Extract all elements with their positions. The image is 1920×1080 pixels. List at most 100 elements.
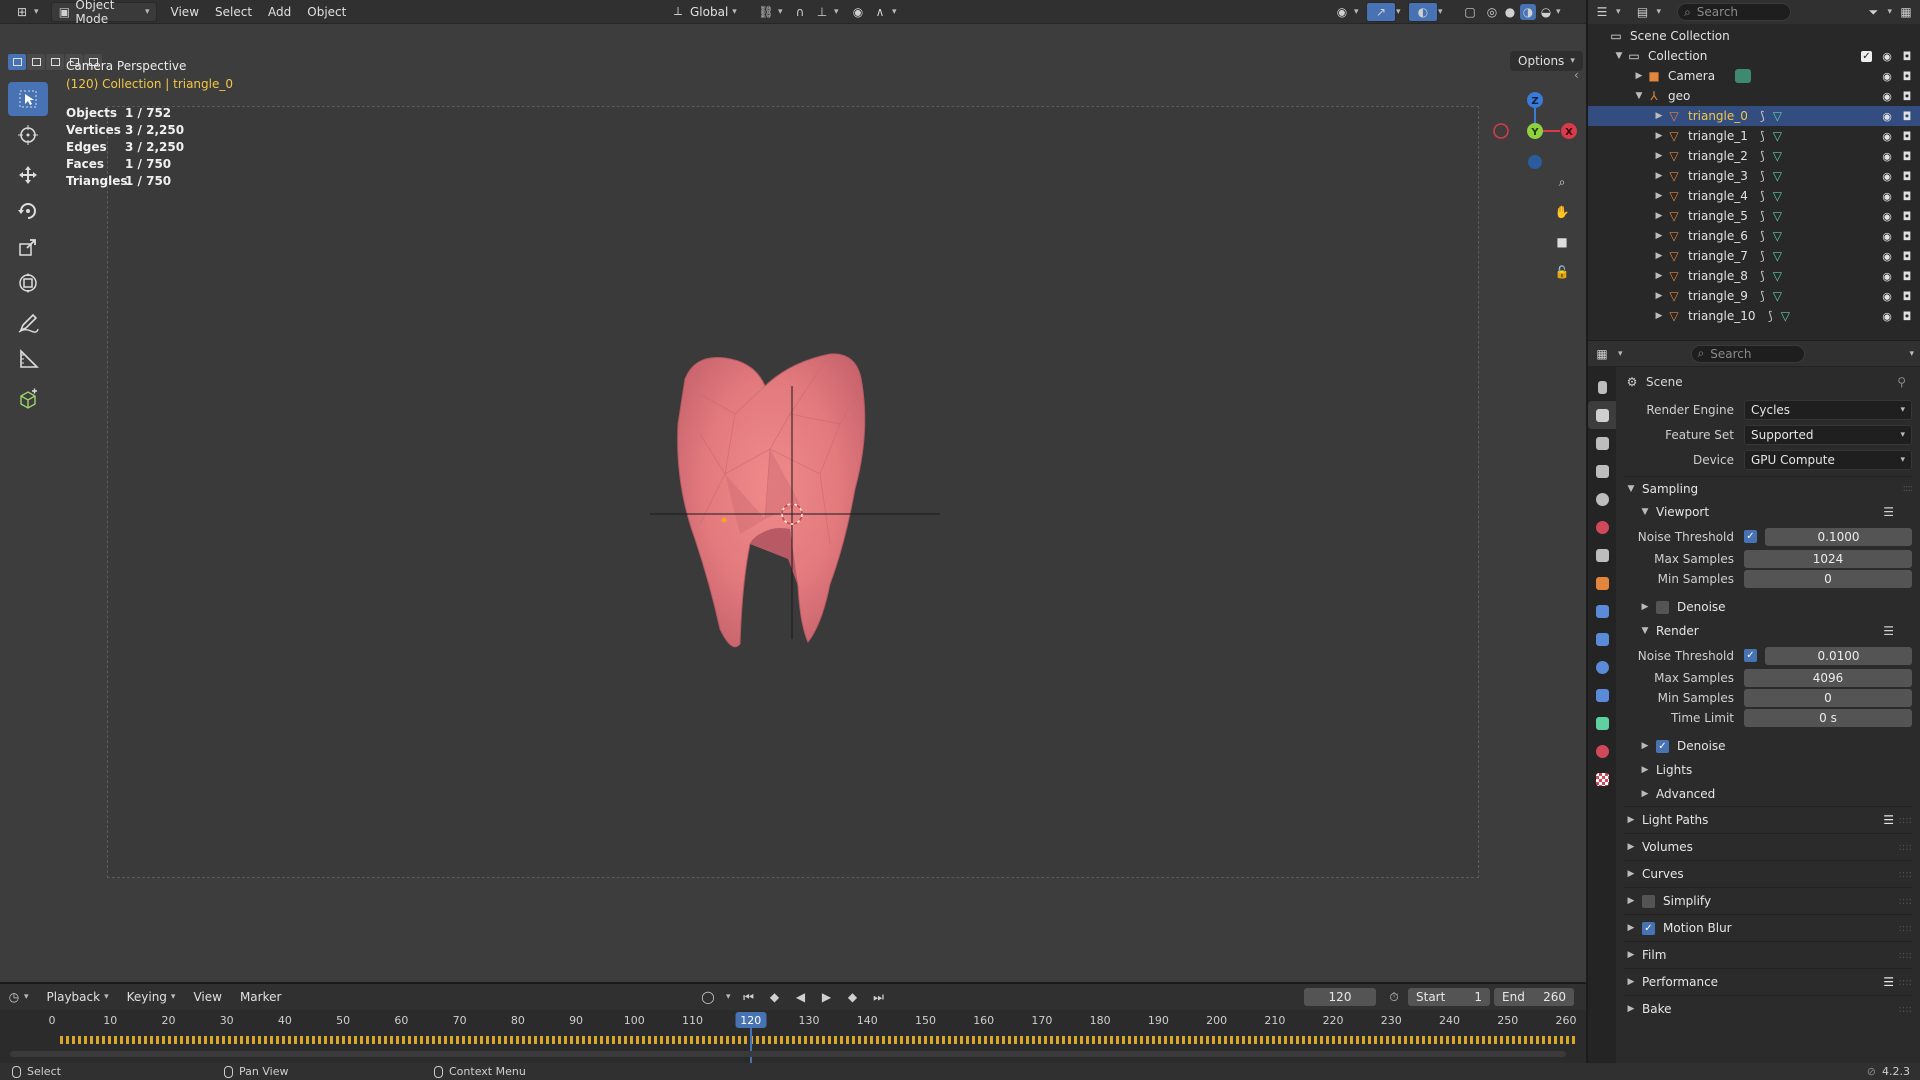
pin-icon[interactable]: ⚲ — [1897, 375, 1906, 389]
modifier-icon[interactable]: ⟆ — [1760, 129, 1765, 143]
chevron-down-icon[interactable]: ▾ — [1556, 7, 1561, 17]
options-button[interactable]: Options ▾ — [1510, 51, 1583, 71]
camera-view-icon[interactable]: ■ — [1550, 230, 1574, 254]
eye-icon[interactable]: ◉ — [1880, 209, 1894, 223]
expand-arrow-icon[interactable]: ▶ — [1652, 311, 1666, 321]
outliner-item[interactable]: ▶ ▽ triangle_3 ⟆ ▽ ◉ ◘ — [1588, 166, 1920, 186]
hand-pan-icon[interactable]: ✋ — [1550, 200, 1574, 224]
editor-type-button[interactable]: ⊞ ▾ — [8, 2, 45, 22]
modifier-icon[interactable]: ⟆ — [1760, 109, 1765, 123]
render-subpanel-header[interactable]: ▼ Render ☰ — [1624, 619, 1912, 643]
expand-arrow-icon[interactable]: ▶ — [1652, 251, 1666, 261]
bake-panel[interactable]: ▶ Bake :::: — [1624, 995, 1912, 1022]
modifier-icon[interactable]: ⟆ — [1760, 249, 1765, 263]
render-camera-icon[interactable]: ◘ — [1900, 189, 1914, 203]
outliner-item[interactable]: ▶ ▽ triangle_10 ⟆ ▽ ◉ ◘ — [1588, 306, 1920, 326]
frame-ruler[interactable]: 0 10 20 30 40 50 60 70 80 90 100 110 130 140 150 160 170… — [0, 1010, 1586, 1030]
outliner-search-input[interactable]: ⌕ Search — [1677, 3, 1792, 21]
outliner-scene-collection[interactable]: ▭ Scene Collection — [1588, 26, 1920, 46]
timeline-editor-icon[interactable]: ◷ — [6, 989, 22, 1005]
start-frame-field[interactable]: Start 1 — [1408, 988, 1490, 1006]
rotate-tool[interactable] — [8, 194, 48, 228]
chevron-down-icon[interactable]: ▾ — [1657, 7, 1662, 17]
mesh-data-icon[interactable]: ▽ — [1773, 289, 1782, 303]
volumes-panel[interactable]: ▶ Volumes :::: — [1624, 833, 1912, 860]
gizmo-neg-z[interactable] — [1528, 155, 1542, 169]
expand-arrow-icon[interactable]: ▶ — [1652, 171, 1666, 181]
jump-start-icon[interactable]: ⏮ — [741, 989, 757, 1005]
solid-shading-icon[interactable]: ● — [1502, 4, 1518, 20]
drag-grip-icon[interactable]: :::: — [1899, 815, 1912, 826]
mesh-data-icon[interactable]: ▽ — [1773, 229, 1782, 243]
outliner-item[interactable]: ▶ ▽ triangle_7 ⟆ ▽ ◉ ◘ — [1588, 246, 1920, 266]
simplify-panel[interactable]: ▶ Simplify :::: — [1624, 887, 1912, 914]
render-engine-dropdown[interactable]: Cycles ▾ — [1744, 399, 1912, 420]
outliner-collection[interactable]: ▼ ▭ Collection ✓ ◉ ◘ — [1588, 46, 1920, 66]
overlays-dropdown[interactable]: ▾ — [1432, 2, 1449, 22]
mesh-data-icon[interactable]: ▽ — [1773, 189, 1782, 203]
material-shading-icon[interactable]: ◑ — [1520, 3, 1536, 20]
presets-list-icon[interactable]: ☰ — [1883, 505, 1894, 519]
mesh-data-icon[interactable]: ▽ — [1773, 129, 1782, 143]
gizmo-dropdown[interactable]: ▾ — [1390, 2, 1407, 22]
playhead-frame-badge[interactable]: 120 — [735, 1012, 767, 1028]
wireframe-shading-icon[interactable]: ◎ — [1484, 4, 1500, 20]
presets-list-icon[interactable]: ☰ — [1883, 624, 1894, 638]
auto-keying-icon[interactable]: ◯ — [700, 989, 716, 1005]
eye-icon[interactable]: ◉ — [1880, 89, 1894, 103]
expand-arrow-icon[interactable]: ▶ — [1652, 131, 1666, 141]
data-tab-icon[interactable] — [1588, 709, 1616, 737]
view-layer-tab-icon[interactable] — [1588, 457, 1616, 485]
filter-icon[interactable]: ⏷ — [1865, 4, 1881, 20]
expand-arrow-icon[interactable]: ▶ — [1652, 191, 1666, 201]
constraints-tab-icon[interactable] — [1588, 681, 1616, 709]
select-subtract-icon[interactable] — [46, 54, 64, 70]
measure-tool[interactable] — [8, 342, 48, 376]
vp-denoise-checkbox[interactable] — [1656, 600, 1669, 614]
mesh-data-icon[interactable]: ▽ — [1773, 249, 1782, 263]
menu-keying[interactable]: Keying ▾ — [119, 987, 184, 1007]
render-camera-icon[interactable]: ◘ — [1900, 129, 1914, 143]
play-reverse-icon[interactable]: ◀ — [793, 989, 809, 1005]
render-camera-icon[interactable]: ◘ — [1900, 229, 1914, 243]
outliner-item[interactable]: ▶▽triangle_11⟆▽◉◘ — [1588, 326, 1920, 330]
drag-grip-icon[interactable]: :::: — [1903, 483, 1914, 494]
world-tab-icon[interactable] — [1588, 513, 1616, 541]
feature-set-dropdown[interactable]: Supported ▾ — [1744, 424, 1912, 445]
curves-panel[interactable]: ▶ Curves :::: — [1624, 860, 1912, 887]
eye-icon[interactable]: ◉ — [1880, 269, 1894, 283]
properties-editor-icon[interactable]: ▦ — [1594, 346, 1610, 362]
expand-arrow-icon[interactable]: ▼ — [1612, 51, 1626, 61]
mesh-data-icon[interactable]: ▽ — [1781, 329, 1790, 330]
sidebar-toggle-icon[interactable]: ‹ — [1574, 68, 1579, 82]
menu-object[interactable]: Object — [299, 2, 354, 22]
render-camera-icon[interactable]: ◘ — [1900, 149, 1914, 163]
render-camera-icon[interactable]: ◘ — [1900, 89, 1914, 103]
properties-search-input[interactable]: ⌕ Search — [1690, 344, 1805, 363]
jump-end-icon[interactable]: ⏭ — [871, 989, 887, 1005]
current-frame-field[interactable]: 120 — [1304, 988, 1376, 1006]
chevron-down-icon[interactable]: ▾ — [1618, 349, 1623, 359]
vp-denoise-subpanel[interactable]: ▶ Denoise — [1624, 595, 1912, 619]
output-tab-icon[interactable] — [1588, 429, 1616, 457]
presets-list-icon[interactable]: ☰ — [1883, 813, 1894, 827]
mesh-data-icon[interactable]: ▽ — [1773, 209, 1782, 223]
eye-icon[interactable]: ◉ — [1880, 109, 1894, 123]
lock-icon[interactable]: 🔓 — [1550, 260, 1574, 284]
eye-icon[interactable]: ◉ — [1880, 169, 1894, 183]
expand-arrow-icon[interactable]: ▶ — [1652, 271, 1666, 281]
render-camera-icon[interactable]: ◘ — [1900, 209, 1914, 223]
keyframe-strip[interactable] — [60, 1036, 1578, 1044]
mesh-data-icon[interactable]: ▽ — [1773, 169, 1782, 183]
modifier-icon[interactable]: ⟆ — [1760, 289, 1765, 303]
simplify-checkbox[interactable] — [1642, 894, 1655, 908]
select-new-icon[interactable] — [8, 54, 26, 70]
collection-tab-icon[interactable] — [1588, 541, 1616, 569]
mesh-data-icon[interactable]: ▽ — [1773, 269, 1782, 283]
eye-icon[interactable]: ◉ — [1880, 289, 1894, 303]
pivot-point-button[interactable]: ⛓ ▾ — [752, 2, 789, 22]
eye-icon[interactable]: ◉ — [1880, 309, 1894, 323]
drag-grip-icon[interactable]: :::: — [1899, 923, 1912, 934]
gizmo-neg-x[interactable] — [1493, 123, 1509, 139]
film-panel[interactable]: ▶ Film :::: — [1624, 941, 1912, 968]
